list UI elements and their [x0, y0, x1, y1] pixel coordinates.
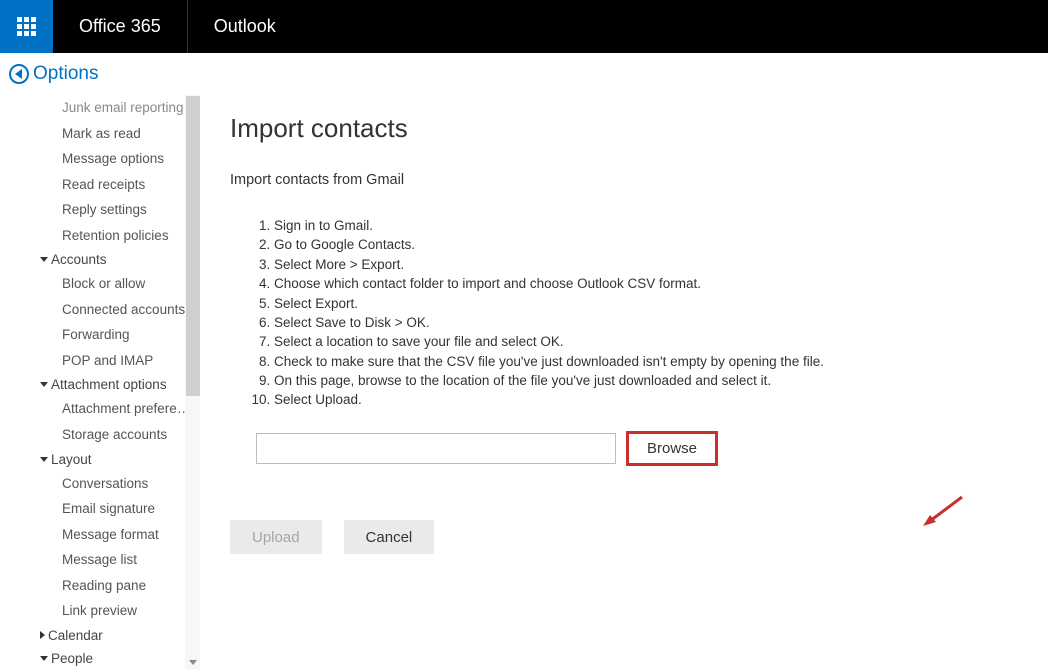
brand-name[interactable]: Office 365 [53, 0, 188, 53]
waffle-icon [17, 17, 36, 36]
chevron-down-icon [40, 457, 48, 462]
sidebar-item[interactable]: Junk email reporting [24, 95, 200, 121]
cancel-button[interactable]: Cancel [344, 520, 435, 554]
sidebar-item[interactable]: Storage accounts [24, 422, 200, 448]
steps-list: Sign in to Gmail. Go to Google Contacts. S… [274, 218, 1018, 409]
sidebar-item[interactable]: Forwarding [24, 322, 200, 348]
step-item: Go to Google Contacts. [274, 237, 1018, 254]
sidebar-group-label: Accounts [51, 252, 107, 267]
sidebar-item[interactable]: Read receipts [24, 172, 200, 198]
sidebar-item[interactable]: Email signature [24, 496, 200, 522]
sidebar-item[interactable]: Link preview [24, 598, 200, 624]
sidebar-item[interactable]: POP and IMAP [24, 348, 200, 374]
scrollbar[interactable] [185, 95, 200, 670]
step-item: Sign in to Gmail. [274, 218, 1018, 235]
sidebar-item[interactable]: Mark as read [24, 121, 200, 147]
sidebar-group[interactable]: Accounts [24, 248, 200, 271]
step-item: Select Save to Disk > OK. [274, 315, 1018, 332]
app-name: Outlook [188, 16, 302, 37]
page-title: Import contacts [230, 113, 1018, 144]
step-item: Select Upload. [274, 392, 1018, 409]
sidebar-group[interactable]: Attachment options [24, 373, 200, 396]
sidebar-group-label: Attachment options [51, 377, 167, 392]
step-item: Check to make sure that the CSV file you… [274, 354, 1018, 371]
sidebar-item[interactable]: Message options [24, 146, 200, 172]
sidebar: Junk email reportingMark as readMessage … [0, 95, 200, 670]
scroll-down-icon[interactable] [185, 654, 200, 670]
chevron-down-icon [40, 656, 48, 661]
app-launcher[interactable] [0, 0, 53, 53]
sidebar-group-label: Layout [51, 452, 92, 467]
back-arrow-icon [9, 64, 29, 84]
back-button[interactable]: Options [9, 63, 98, 85]
step-item: Choose which contact folder to import an… [274, 276, 1018, 293]
callout-arrow-icon [920, 493, 965, 529]
page-subtitle: Import contacts from Gmail [230, 172, 1018, 188]
sidebar-group[interactable]: Layout [24, 448, 200, 471]
step-item: Select Export. [274, 296, 1018, 313]
sidebar-item[interactable]: Attachment preferences [24, 396, 200, 422]
sidebar-section[interactable]: People [36, 647, 200, 670]
sidebar-item[interactable]: Block or allow [24, 271, 200, 297]
sidebar-section-label: Calendar [48, 628, 103, 643]
sidebar-item[interactable]: Connected accounts [24, 297, 200, 323]
scroll-thumb[interactable] [186, 96, 200, 396]
sidebar-item[interactable]: Retention policies [24, 223, 200, 249]
options-label: Options [33, 63, 98, 85]
chevron-down-icon [40, 382, 48, 387]
sidebar-item[interactable]: Message format [24, 522, 200, 548]
header: Office 365 Outlook [0, 0, 1048, 53]
file-path-input[interactable] [256, 433, 616, 464]
step-item: Select More > Export. [274, 257, 1018, 274]
sidebar-item[interactable]: Reply settings [24, 197, 200, 223]
browse-button[interactable]: Browse [626, 431, 718, 466]
main: Import contacts Import contacts from Gma… [200, 95, 1048, 670]
upload-button[interactable]: Upload [230, 520, 322, 554]
sidebar-section[interactable]: Calendar [36, 624, 200, 647]
chevron-right-icon [40, 631, 45, 639]
sidebar-item[interactable]: Conversations [24, 471, 200, 497]
step-item: Select a location to save your file and … [274, 334, 1018, 351]
step-item: On this page, browse to the location of … [274, 373, 1018, 390]
sidebar-section-label: People [51, 651, 93, 666]
options-bar: Options [0, 53, 1048, 95]
chevron-down-icon [40, 257, 48, 262]
sidebar-item[interactable]: Message list [24, 547, 200, 573]
sidebar-item[interactable]: Reading pane [24, 573, 200, 599]
